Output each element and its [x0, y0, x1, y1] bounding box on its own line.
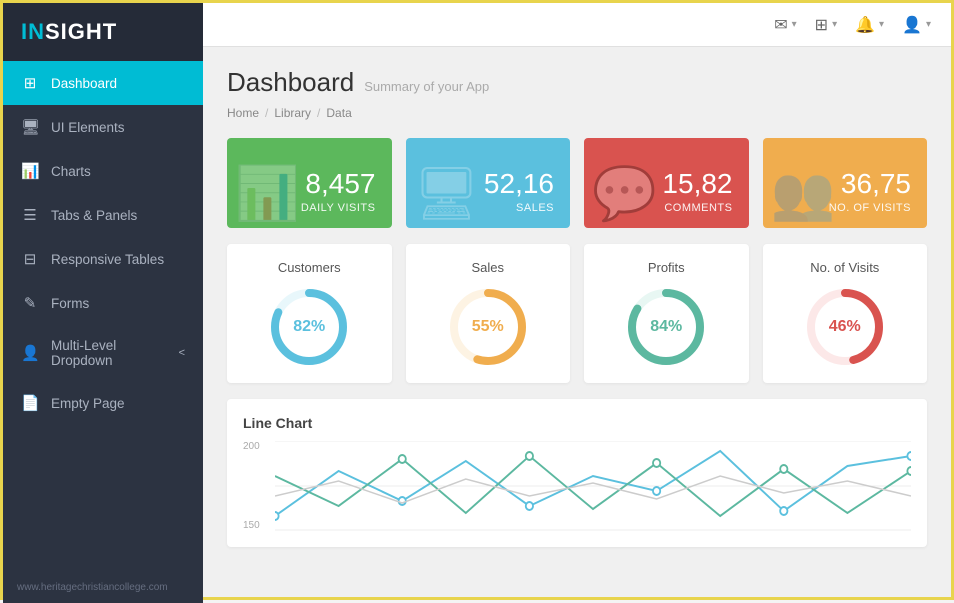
- no-of-visits-percent: 46%: [829, 318, 861, 336]
- profits-title: Profits: [648, 260, 685, 275]
- sidebar-item-label: Empty Page: [51, 396, 125, 411]
- logo-sight: SIGHT: [45, 19, 117, 44]
- profits-donut: 84%: [624, 285, 708, 369]
- stat-card-no-of-visits: 👥 36,75 No. of Visits: [763, 138, 928, 228]
- user-button[interactable]: 👤 ▾: [902, 15, 931, 35]
- sidebar-item-label: Charts: [51, 164, 91, 179]
- table-icon: ⊟: [21, 250, 39, 268]
- sidebar-item-multi-level-dropdown[interactable]: 👤 Multi-Level Dropdown <: [3, 325, 203, 381]
- sales-value: 52,16: [484, 170, 554, 198]
- sidebar-item-ui-elements[interactable]: 🖥 UI Elements: [3, 105, 203, 149]
- donut-panel-sales: Sales 55%: [406, 244, 571, 383]
- user-group-icon: 👤: [21, 344, 39, 362]
- people-bg-icon: 👥: [771, 163, 836, 224]
- mail-button[interactable]: ✉ ▾: [774, 15, 796, 35]
- bell-icon: 🔔: [855, 15, 875, 35]
- sidebar-item-label: Dashboard: [51, 76, 117, 91]
- bell-button[interactable]: 🔔 ▾: [855, 15, 884, 35]
- donut-panels: Customers 82% Sales 55%: [227, 244, 927, 383]
- sidebar-item-tabs-panels[interactable]: ☰ Tabs & Panels: [3, 193, 203, 237]
- page-icon: 📄: [21, 394, 39, 412]
- grid-icon: ⊞: [815, 15, 828, 35]
- sidebar-item-label: Multi-Level Dropdown: [51, 338, 167, 368]
- sidebar-item-label: UI Elements: [51, 120, 125, 135]
- dashboard-icon: ⊞: [21, 74, 39, 92]
- breadcrumb: Home / Library / Data: [227, 106, 927, 120]
- profits-percent: 84%: [650, 318, 682, 336]
- no-of-visits-donut: 46%: [803, 285, 887, 369]
- main-content: ✉ ▾ ⊞ ▾ 🔔 ▾ 👤 ▾ Dashboard Summary of you…: [203, 3, 951, 597]
- sales-donut-title: Sales: [471, 260, 504, 275]
- line-chart-title: Line Chart: [243, 415, 911, 431]
- sidebar-item-label: Responsive Tables: [51, 252, 164, 267]
- breadcrumb-library[interactable]: Library: [274, 106, 311, 120]
- page-title: Dashboard: [227, 67, 354, 98]
- logo: INSIGHT: [3, 3, 203, 61]
- topbar: ✉ ▾ ⊞ ▾ 🔔 ▾ 👤 ▾: [203, 3, 951, 47]
- chart-y-labels: 200 150: [243, 441, 273, 531]
- bar-chart-bg-icon: 📊: [235, 163, 300, 224]
- breadcrumb-data: Data: [326, 106, 351, 120]
- content-area: Dashboard Summary of your App Home / Lib…: [203, 47, 951, 597]
- page-header: Dashboard Summary of your App: [227, 67, 927, 98]
- chart-svg-container: [275, 441, 911, 531]
- mail-caret: ▾: [792, 19, 797, 30]
- monitor-bg-icon: 🖥: [414, 163, 480, 224]
- form-icon: ✎: [21, 294, 39, 312]
- line-chart-area: 200 150: [243, 441, 911, 531]
- donut-panel-profits: Profits 84%: [584, 244, 749, 383]
- user-caret: ▾: [926, 19, 931, 30]
- grid-caret: ▾: [832, 19, 837, 30]
- breadcrumb-sep-2: /: [317, 106, 320, 120]
- stat-card-comments: 💬 15,82 Comments: [584, 138, 749, 228]
- sales-donut: 55%: [446, 285, 530, 369]
- logo-in: IN: [21, 19, 45, 44]
- stat-cards: 📊 8,457 Daily Visits 🖥 52,16 Sales 💬 15,…: [227, 138, 927, 228]
- sidebar: INSIGHT ⊞ Dashboard 🖥 UI Elements 📊 Char…: [3, 3, 203, 603]
- sidebar-nav: ⊞ Dashboard 🖥 UI Elements 📊 Charts ☰ Tab…: [3, 61, 203, 425]
- grid-button[interactable]: ⊞ ▾: [815, 15, 837, 35]
- page-subtitle: Summary of your App: [364, 79, 489, 94]
- donut-panel-no-of-visits: No. of Visits 46%: [763, 244, 928, 383]
- sales-percent: 55%: [472, 318, 504, 336]
- sidebar-item-forms[interactable]: ✎ Forms: [3, 281, 203, 325]
- line-chart-section: Line Chart 200 150: [227, 399, 927, 547]
- customers-percent: 82%: [293, 318, 325, 336]
- user-icon: 👤: [902, 15, 922, 35]
- stat-card-sales: 🖥 52,16 Sales: [406, 138, 571, 228]
- sidebar-item-label: Tabs & Panels: [51, 208, 137, 223]
- bell-caret: ▾: [879, 19, 884, 30]
- mail-icon: ✉: [774, 15, 787, 35]
- y-label-200: 200: [243, 441, 273, 452]
- comments-bg-icon: 💬: [592, 163, 657, 224]
- no-of-visits-label: No. of Visits: [829, 202, 911, 214]
- comments-value: 15,82: [662, 170, 732, 198]
- sidebar-item-empty-page[interactable]: 📄 Empty Page: [3, 381, 203, 425]
- y-label-150: 150: [243, 520, 273, 531]
- sidebar-item-responsive-tables[interactable]: ⊟ Responsive Tables: [3, 237, 203, 281]
- sidebar-item-charts[interactable]: 📊 Charts: [3, 149, 203, 193]
- donut-panel-customers: Customers 82%: [227, 244, 392, 383]
- chevron-left-icon: <: [179, 347, 185, 359]
- monitor-icon: 🖥: [21, 118, 39, 136]
- daily-visits-value: 8,457: [305, 170, 375, 198]
- chart-icon: 📊: [21, 162, 39, 180]
- customers-title: Customers: [278, 260, 341, 275]
- tabs-icon: ☰: [21, 206, 39, 224]
- sidebar-item-dashboard[interactable]: ⊞ Dashboard: [3, 61, 203, 105]
- comments-label: Comments: [664, 202, 732, 214]
- customers-donut: 82%: [267, 285, 351, 369]
- breadcrumb-home[interactable]: Home: [227, 106, 259, 120]
- breadcrumb-sep-1: /: [265, 106, 268, 120]
- sidebar-item-label: Forms: [51, 296, 89, 311]
- no-of-visits-donut-title: No. of Visits: [810, 260, 879, 275]
- sidebar-footer: www.heritagechristiancollege.com: [3, 572, 203, 603]
- no-of-visits-value: 36,75: [841, 170, 911, 198]
- stat-card-daily-visits: 📊 8,457 Daily Visits: [227, 138, 392, 228]
- sales-label: Sales: [516, 202, 554, 214]
- daily-visits-label: Daily Visits: [301, 202, 376, 214]
